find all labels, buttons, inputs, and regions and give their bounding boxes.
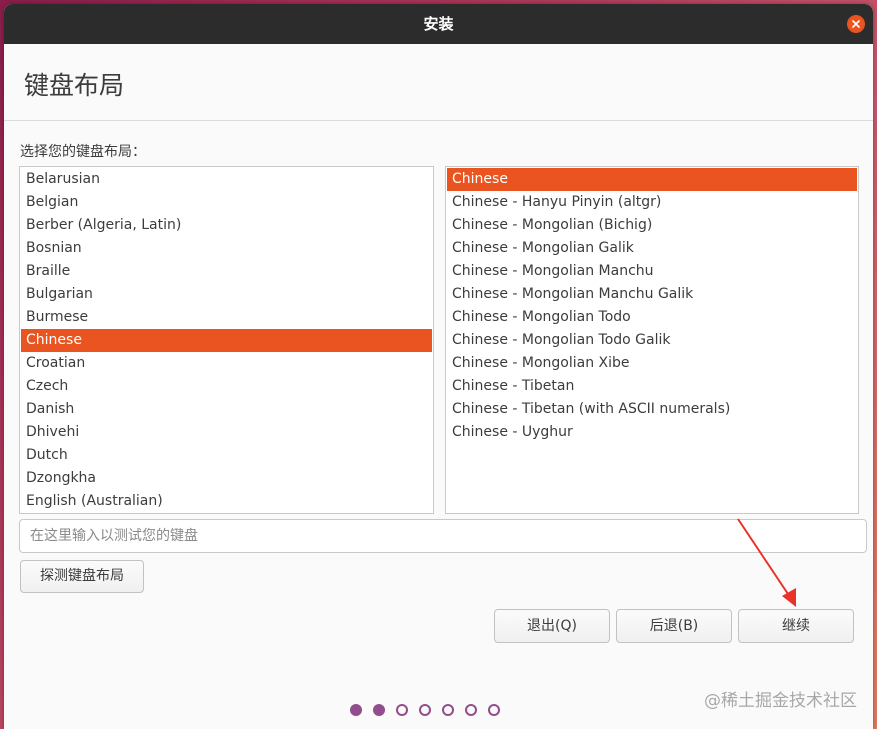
- variant-list-item[interactable]: Chinese - Tibetan (with ASCII numerals): [447, 398, 857, 421]
- variant-list-item[interactable]: Chinese - Tibetan: [447, 375, 857, 398]
- progress-dots: [350, 704, 500, 718]
- layout-list-item[interactable]: Danish: [21, 398, 432, 421]
- layout-list-item[interactable]: Dhivehi: [21, 421, 432, 444]
- layout-list-item[interactable]: Braille: [21, 260, 432, 283]
- quit-button[interactable]: 退出(Q): [494, 609, 610, 643]
- page-title: 键盘布局: [24, 71, 125, 100]
- layout-list-item[interactable]: Chinese: [21, 329, 432, 352]
- variant-list-item[interactable]: Chinese - Hanyu Pinyin (altgr): [447, 191, 857, 214]
- keyboard-variant-list[interactable]: Chinese Chinese - Hanyu Pinyin (altgr) Chi…: [445, 166, 859, 514]
- variant-list-item[interactable]: Chinese - Mongolian Manchu Galik: [447, 283, 857, 306]
- layout-list-item[interactable]: Czech: [21, 375, 432, 398]
- variant-list-item[interactable]: Chinese - Mongolian (Bichig): [447, 214, 857, 237]
- page-header: 键盘布局: [4, 44, 873, 121]
- instruction-label: 选择您的键盘布局：: [20, 144, 146, 160]
- detect-layout-button[interactable]: 探测键盘布局: [20, 560, 144, 593]
- continue-button[interactable]: 继续: [738, 609, 854, 643]
- window-title: 安装: [423, 15, 454, 33]
- variant-list-item[interactable]: Chinese: [447, 168, 857, 191]
- keyboard-test-input[interactable]: [19, 519, 867, 553]
- close-icon: [852, 20, 860, 28]
- variant-list-item[interactable]: Chinese - Mongolian Todo Galik: [447, 329, 857, 352]
- layout-list-item[interactable]: Berber (Algeria, Latin): [21, 214, 432, 237]
- close-button[interactable]: [847, 15, 865, 33]
- progress-dot: [465, 704, 477, 716]
- variant-list-item[interactable]: Chinese - Mongolian Manchu: [447, 260, 857, 283]
- installer-window: 安装 键盘布局 选择您的键盘布局： Belarusian Belgian Berbe…: [4, 4, 873, 729]
- keyboard-layout-list[interactable]: Belarusian Belgian Berber (Algeria, Latin)…: [19, 166, 434, 514]
- progress-dot: [373, 704, 385, 716]
- watermark: @稀土掘金技术社区: [704, 691, 857, 711]
- variant-list-item[interactable]: Chinese - Mongolian Xibe: [447, 352, 857, 375]
- title-bar: 安装: [4, 4, 873, 44]
- layout-list-item[interactable]: Belarusian: [21, 168, 432, 191]
- progress-dot: [442, 704, 454, 716]
- variant-list-item[interactable]: Chinese - Mongolian Galik: [447, 237, 857, 260]
- progress-dot: [419, 704, 431, 716]
- layout-list-item[interactable]: Dutch: [21, 444, 432, 467]
- layout-list-item[interactable]: Dzongkha: [21, 467, 432, 490]
- layout-list-item[interactable]: Belgian: [21, 191, 432, 214]
- progress-dot: [396, 704, 408, 716]
- progress-dot: [488, 704, 500, 716]
- layout-list-item[interactable]: Bosnian: [21, 237, 432, 260]
- progress-dot: [350, 704, 362, 716]
- layout-list-item[interactable]: Burmese: [21, 306, 432, 329]
- variant-list-item[interactable]: Chinese - Uyghur: [447, 421, 857, 444]
- layout-list-item[interactable]: Croatian: [21, 352, 432, 375]
- layout-list-item[interactable]: English (Australian): [21, 490, 432, 513]
- layout-list-item[interactable]: Bulgarian: [21, 283, 432, 306]
- back-button[interactable]: 后退(B): [616, 609, 732, 643]
- variant-list-item[interactable]: Chinese - Mongolian Todo: [447, 306, 857, 329]
